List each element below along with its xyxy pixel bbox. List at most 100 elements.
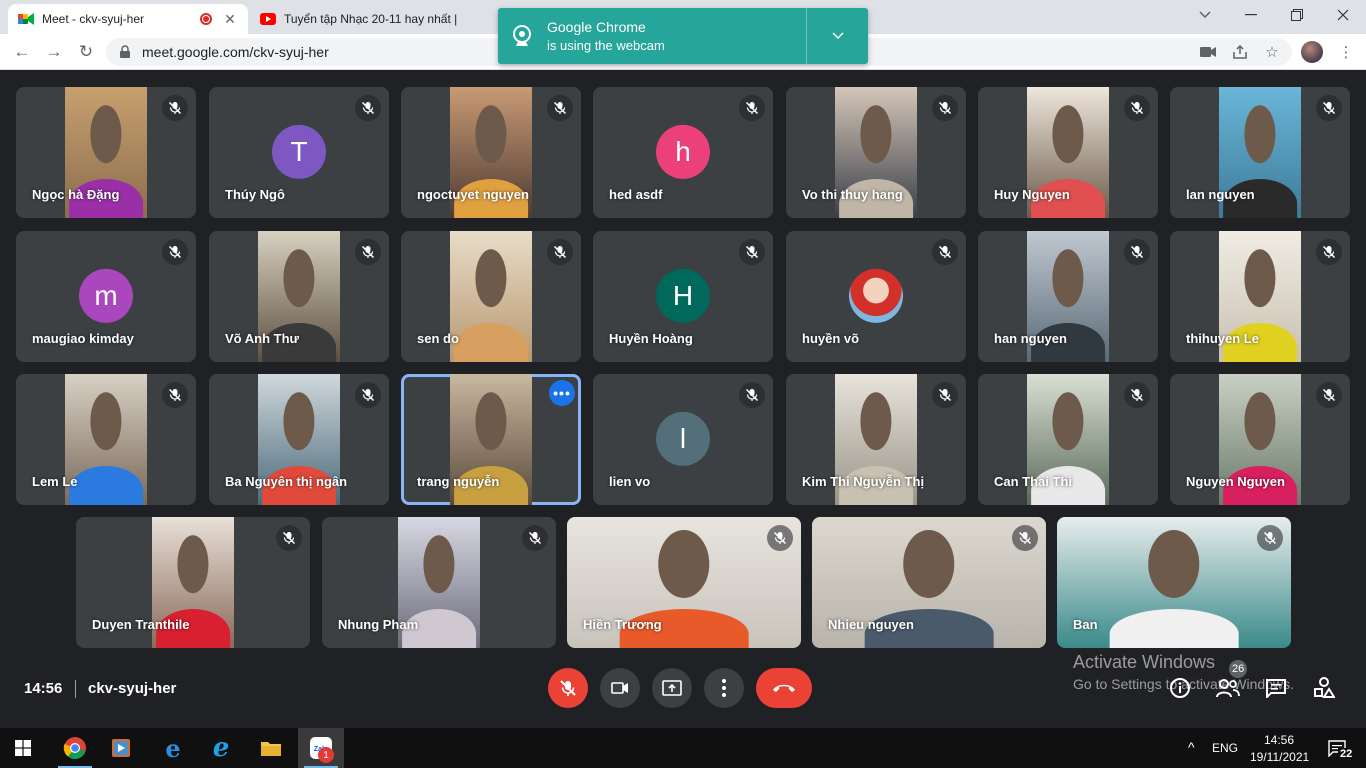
muted-mic-icon — [1316, 239, 1342, 265]
media-player-icon — [112, 739, 130, 757]
participant-tile[interactable]: Hiền Trương — [567, 517, 801, 648]
notification-expand-button[interactable] — [828, 26, 848, 46]
toggle-microphone-button[interactable] — [548, 668, 588, 708]
participant-tile[interactable]: m maugiao kimday — [16, 231, 196, 362]
taskbar-internet-explorer[interactable]: e — [198, 728, 244, 768]
taskbar-media-player[interactable] — [98, 728, 144, 768]
participant-tile[interactable]: huyền võ — [786, 231, 966, 362]
taskbar-file-explorer[interactable] — [248, 728, 294, 768]
tab-meet[interactable]: Meet - ckv-syuj-her ✕ — [8, 4, 248, 34]
mic-off-icon — [560, 680, 576, 696]
participant-name: Huy Nguyen — [994, 187, 1070, 202]
show-everyone-button[interactable] — [1216, 676, 1240, 700]
taskbar-chrome[interactable] — [52, 728, 98, 768]
participant-tile[interactable]: lan nguyen — [1170, 87, 1350, 218]
participant-tile[interactable]: ngoctuyet nguyen — [401, 87, 581, 218]
forward-button[interactable]: → — [42, 40, 66, 64]
participant-name: Lem Le — [32, 474, 78, 489]
present-screen-button[interactable] — [652, 668, 692, 708]
participant-name: Hiền Trương — [583, 617, 662, 632]
participant-tile[interactable]: Ba Nguyên thị ngân — [209, 374, 389, 505]
muted-mic-icon — [1012, 525, 1038, 551]
participant-tile[interactable]: l lien vo — [593, 374, 773, 505]
url-text: meet.google.com/ckv-syuj-her — [142, 44, 329, 60]
participant-tile[interactable]: sen do — [401, 231, 581, 362]
participant-face — [475, 392, 507, 450]
minimize-button[interactable] — [1228, 0, 1274, 30]
tray-overflow-chevron-icon[interactable]: ^ — [1188, 739, 1195, 755]
participant-tile[interactable]: Ban — [1057, 517, 1291, 648]
taskbar-edge[interactable]: e — [150, 728, 196, 768]
muted-mic-icon — [355, 239, 381, 265]
participant-tile[interactable]: Nhung Pham — [322, 517, 556, 648]
participant-face — [1052, 105, 1084, 163]
participant-video — [450, 231, 532, 362]
close-window-button[interactable] — [1320, 0, 1366, 30]
participant-tile[interactable]: thihuyen Le — [1170, 231, 1350, 362]
participant-tile[interactable]: Nhieu nguyen — [812, 517, 1046, 648]
participant-tile[interactable]: h hed asdf — [593, 87, 773, 218]
chat-button[interactable] — [1264, 676, 1288, 700]
participant-tile[interactable]: Can Thai Thi — [978, 374, 1158, 505]
tab-search-button[interactable] — [1182, 0, 1228, 30]
zalo-unread-badge: 1 — [318, 747, 334, 763]
participant-tile[interactable]: H Huyền Hoàng — [593, 231, 773, 362]
participant-tile[interactable]: T Thúy Ngô — [209, 87, 389, 218]
bookmark-button[interactable]: ☆ — [1262, 42, 1282, 62]
participant-tile[interactable]: Nguyen Nguyen — [1170, 374, 1350, 505]
more-horizontal-icon: ••• — [553, 385, 571, 401]
more-options-button[interactable] — [704, 668, 744, 708]
close-tab-icon[interactable]: ✕ — [222, 11, 238, 28]
muted-mic-icon — [767, 525, 793, 551]
video-camera-icon — [1200, 47, 1216, 57]
profile-avatar[interactable] — [1301, 41, 1323, 63]
chrome-menu-button[interactable]: ⋮ — [1336, 42, 1356, 62]
share-icon — [1233, 44, 1247, 59]
participant-tile[interactable]: han nguyen — [978, 231, 1158, 362]
participant-face — [90, 105, 122, 163]
activities-button[interactable] — [1312, 676, 1336, 700]
activities-icon — [1314, 677, 1335, 698]
webcam-notification[interactable]: Google Chrome is using the webcam — [498, 8, 868, 64]
participant-body — [1109, 608, 1239, 648]
reload-button[interactable]: ↻ — [74, 40, 98, 64]
notification-message: is using the webcam — [547, 38, 665, 53]
participant-name: Vo thi thuy hang — [802, 187, 903, 202]
participant-face — [283, 249, 315, 307]
participant-name: Nguyen Nguyen — [1186, 474, 1285, 489]
muted-mic-icon — [932, 382, 958, 408]
restore-button[interactable] — [1274, 0, 1320, 30]
participant-tile[interactable]: Duyen Tranthile — [76, 517, 310, 648]
participant-name: Nhung Pham — [338, 617, 419, 632]
start-button[interactable] — [0, 728, 46, 768]
participant-tile[interactable]: Huy Nguyen — [978, 87, 1158, 218]
muted-mic-icon — [355, 382, 381, 408]
participant-tile[interactable]: Vo thi thuy hang — [786, 87, 966, 218]
participant-name: huyền võ — [802, 331, 860, 346]
participant-tile[interactable]: Lem Le — [16, 374, 196, 505]
participant-tile[interactable]: Ngọc hà Đặng — [16, 87, 196, 218]
back-button[interactable]: ← — [10, 40, 34, 64]
participant-tile[interactable]: Võ Anh Thư — [209, 231, 389, 362]
meeting-details-button[interactable] — [1168, 676, 1192, 700]
action-center-button[interactable]: 22 — [1314, 728, 1360, 768]
windows-taskbar: e e Zalo 1 ^ ENG 14:56 19/11/2021 22 — [0, 728, 1366, 768]
participant-options-button[interactable]: ••• — [549, 380, 575, 406]
tab-youtube[interactable]: Tuyển tập Nhạc 20-11 hay nhất | — [250, 4, 490, 34]
input-language[interactable]: ENG — [1212, 741, 1238, 755]
participant-tile[interactable]: trang nguyễn ••• — [401, 374, 581, 505]
participant-face — [1052, 392, 1084, 450]
camera-in-use-button[interactable] — [1198, 42, 1218, 62]
system-time[interactable]: 14:56 — [1264, 733, 1294, 747]
share-button[interactable] — [1230, 42, 1250, 62]
muted-mic-icon — [932, 239, 958, 265]
people-icon — [1216, 679, 1240, 698]
muted-mic-icon — [932, 95, 958, 121]
leave-call-button[interactable] — [756, 668, 812, 708]
participant-tile[interactable]: Kim Thi Nguyễn Thị — [786, 374, 966, 505]
participant-avatar: l — [656, 411, 710, 466]
toggle-camera-button[interactable] — [600, 668, 640, 708]
system-date[interactable]: 19/11/2021 — [1250, 750, 1309, 764]
info-icon — [1170, 678, 1190, 698]
muted-mic-icon — [1124, 95, 1150, 121]
